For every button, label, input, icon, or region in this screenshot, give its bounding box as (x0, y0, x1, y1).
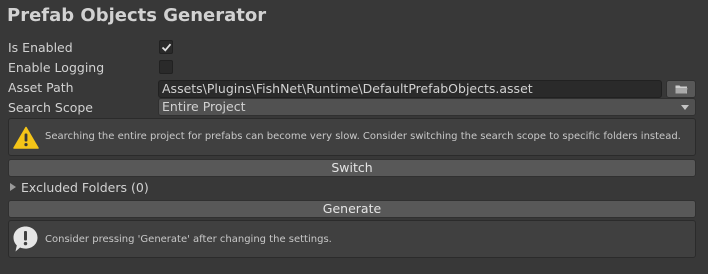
folder-icon (675, 85, 688, 94)
info-icon (13, 226, 38, 252)
dropdown-arrow-icon (681, 105, 689, 110)
warning-icon (13, 126, 39, 149)
search-scope-value: Entire Project (162, 99, 246, 114)
asset-path-field[interactable]: Assets\Plugins\FishNet\Runtime\DefaultPr… (158, 80, 662, 98)
excluded-folders-foldout[interactable]: Excluded Folders (0) (21, 180, 149, 196)
info-helpbox: Consider pressing 'Generate' after chang… (8, 220, 696, 258)
enable-logging-checkbox[interactable] (159, 60, 173, 74)
warning-message: Searching the entire project for prefabs… (45, 131, 681, 142)
asset-path-label: Asset Path (8, 80, 74, 95)
warning-helpbox: Searching the entire project for prefabs… (8, 118, 696, 156)
browse-folder-button[interactable] (666, 80, 696, 98)
search-scope-label: Search Scope (8, 100, 93, 115)
search-scope-dropdown[interactable]: Entire Project (158, 98, 696, 116)
info-message: Consider pressing 'Generate' after chang… (45, 234, 332, 245)
enable-logging-label: Enable Logging (8, 60, 105, 75)
switch-button[interactable]: Switch (8, 159, 696, 177)
is-enabled-label: Is Enabled (8, 40, 73, 55)
foldout-arrow-icon[interactable] (10, 183, 16, 191)
checkmark-icon (161, 43, 172, 52)
is-enabled-checkbox[interactable] (159, 40, 173, 54)
generate-button[interactable]: Generate (8, 200, 696, 218)
inspector-title: Prefab Objects Generator (7, 5, 267, 26)
